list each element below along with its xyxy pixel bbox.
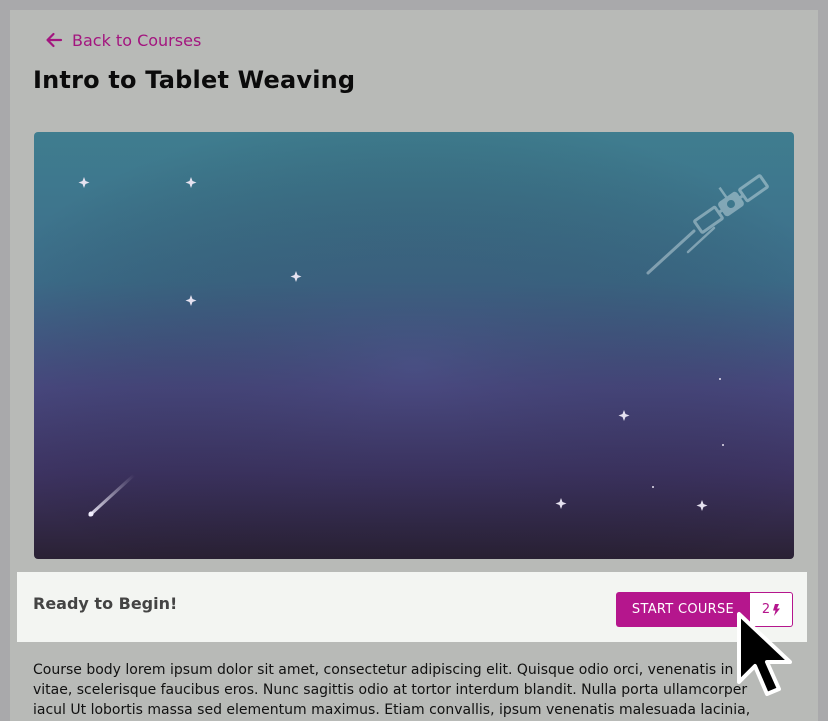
- course-page: Back to Courses Intro to Tablet Weaving: [10, 10, 818, 721]
- page-title: Intro to Tablet Weaving: [33, 66, 356, 94]
- course-hero-image: [34, 132, 794, 559]
- ready-to-begin-label: Ready to Begin!: [33, 594, 178, 613]
- back-to-courses-link[interactable]: Back to Courses: [44, 30, 201, 50]
- start-course-group: START COURSE 2: [616, 592, 793, 627]
- lightning-icon: [773, 603, 781, 616]
- course-start-bar: Ready to Begin! START COURSE 2: [17, 572, 807, 642]
- credit-cost-badge: 2: [750, 592, 793, 627]
- arrow-left-icon: [46, 32, 63, 48]
- course-description: Course body lorem ipsum dolor sit amet, …: [33, 662, 753, 718]
- start-course-button[interactable]: START COURSE: [616, 592, 750, 627]
- back-link-label: Back to Courses: [72, 30, 202, 50]
- credit-count: 2: [761, 602, 771, 617]
